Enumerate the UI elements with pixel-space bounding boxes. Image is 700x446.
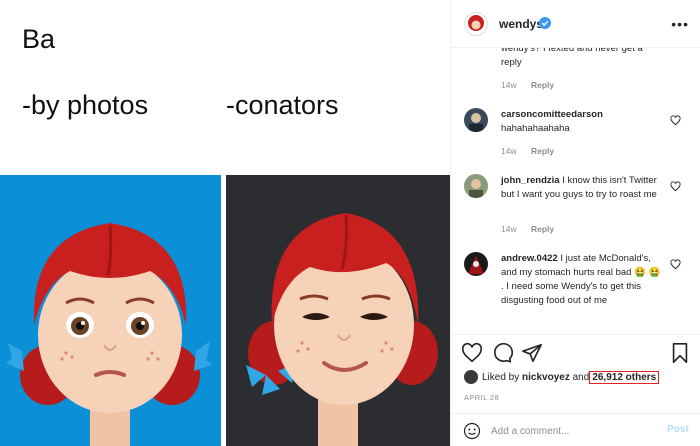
comment-text: carsoncomitteedarson hahahahaahaha [501,108,661,136]
more-options-icon[interactable]: ••• [671,16,689,32]
memoji-left-illustration [6,223,212,446]
comment-text: wendy's? I texted and never get a reply [501,48,643,68]
comment-username[interactable]: carsoncomitteedarson [501,109,603,120]
liker-avatar[interactable] [464,370,478,384]
reply-button[interactable]: Reply [531,224,554,234]
memoji-panel-left [0,175,221,446]
wendys-avatar[interactable] [464,12,488,36]
commenter-avatar[interactable] [464,108,488,132]
heart-icon[interactable] [461,342,483,364]
comment-age: 14w [501,224,517,234]
commenter-avatar[interactable] [464,174,488,198]
meme-title-text: Ba [22,24,56,54]
comment-meta: 14w Reply [501,146,566,156]
meme-right-caption: -conators [226,90,339,120]
post-sidebar: wendys ••• wendy's? I texted and never g… [450,0,700,446]
comment-age: 14w [501,146,517,156]
share-icon[interactable] [521,342,543,364]
post-author-username[interactable]: wendys [499,17,543,31]
add-comment-input[interactable] [491,423,651,439]
likes-others-count[interactable]: 26,912 others [589,371,660,384]
post-actions-section: Liked by nickvoyez and 26,912 others APRI… [451,334,700,446]
comment-username[interactable]: john_rendzia [501,175,560,186]
likes-and: and [572,372,590,383]
verified-badge-icon [539,17,551,29]
comments-list[interactable]: wendy's? I texted and never get a reply … [451,48,700,334]
post-date: APRIL 28 [464,393,500,402]
comment-username[interactable]: andrew.0422 [501,253,558,264]
comment-icon[interactable] [491,342,513,364]
liker-username[interactable]: nickvoyez [522,372,570,383]
post-image: Ba -by photos -conators [0,0,450,446]
meme-left-caption: -by photos [22,90,149,120]
memoji-panel-right [226,175,450,446]
add-comment-bar: Post [451,413,700,446]
commenter-avatar[interactable] [464,252,488,276]
comment-text: andrew.0422 I just ate McDonald's, and m… [501,252,661,308]
post-comment-button[interactable]: Post [667,424,689,435]
comment-meta: 14w Reply [501,224,566,234]
comment-text: john_rendzia I know this isn't Twitter b… [501,174,661,202]
reply-button[interactable]: Reply [531,146,554,156]
comment-body: hahahahaahaha [501,123,570,134]
post-header: wendys ••• [451,0,700,48]
like-comment-heart-icon[interactable] [670,259,681,270]
likes-text: Liked by nickvoyez and 26,912 others [482,371,660,384]
like-comment-heart-icon[interactable] [670,181,681,192]
memoji-right-illustration [246,213,438,446]
reply-button[interactable]: Reply [531,80,554,90]
bookmark-icon[interactable] [669,342,691,364]
likes-prefix: Liked by [482,372,520,383]
like-comment-heart-icon[interactable] [670,115,681,126]
comment-age: 14w [501,80,517,90]
emoji-icon[interactable] [463,422,481,440]
comment-meta: 14w Reply [501,80,566,90]
